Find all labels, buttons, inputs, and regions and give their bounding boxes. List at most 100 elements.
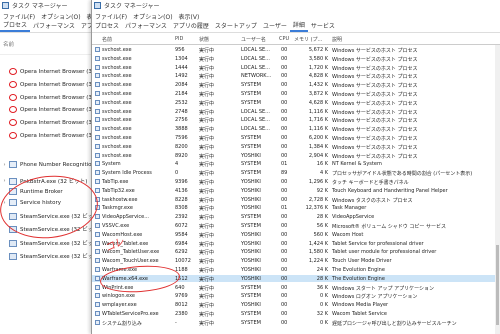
- tab-processes[interactable]: プロセス: [0, 21, 31, 32]
- tab-6[interactable]: サービス: [308, 21, 338, 32]
- column-header[interactable]: CPU: [279, 36, 289, 42]
- table-row[interactable]: WTabletServicePro.exe 2380 実行中 SYSTEM 00 32 K…: [92, 310, 495, 318]
- table-cell: 00: [281, 143, 288, 150]
- table-row[interactable]: svchost.exe 1444 実行中 LOCAL SE... 00 1,720 K Wi…: [92, 64, 495, 72]
- column-header[interactable]: メモリ (プ...: [294, 36, 322, 43]
- tab-strip: プロセス パフォーマンス アプリの履歴 スタートアップ ユーザー 詳細 サービス: [92, 21, 500, 33]
- table-row[interactable]: svchost.exe 2184 実行中 SYSTEM 00 3,872 K Windows…: [92, 90, 495, 98]
- tab-2[interactable]: アプリの履歴: [170, 21, 212, 32]
- table-row[interactable]: svchost.exe 2756 実行中 LOCAL SE... 00 1,716 K Wi…: [92, 116, 495, 124]
- task-manager-icon: [94, 2, 101, 9]
- tab-4[interactable]: ユーザー: [260, 21, 290, 32]
- table-cell: 00: [281, 311, 288, 317]
- table-cell: 6984: [175, 240, 188, 247]
- scrollbar-thumb[interactable]: [496, 245, 499, 325]
- table-cell: 実行中: [199, 224, 215, 230]
- table-row[interactable]: svchost.exe 1492 実行中 NETWORK... 00 4,828 K Win…: [92, 72, 495, 80]
- column-header[interactable]: 説明: [332, 36, 342, 43]
- table-cell: 640: [175, 284, 185, 291]
- table-row[interactable]: wmplayer.exe 8012 実行中 YOSHIKI 00 0 K Windows M…: [92, 301, 495, 309]
- table-cell: 1,720 K: [308, 64, 328, 71]
- table-cell: 00: [281, 223, 288, 229]
- tab-3[interactable]: スタートアップ: [212, 21, 260, 32]
- table-cell: LOCAL SE...: [241, 108, 270, 115]
- table-cell: 6072: [175, 223, 188, 229]
- table-cell: svchost.exe: [102, 152, 132, 159]
- table-cell: SYSTEM: [241, 91, 261, 97]
- table-row[interactable]: System 4 実行中 SYSTEM 01 16 K NT Kernel & System: [92, 160, 495, 168]
- table-cell: SYSTEM: [241, 82, 261, 89]
- table-cell: 36 K: [316, 284, 328, 291]
- table-row[interactable]: Taskmgr.exe 8308 実行中 YOSHIKI 01 12,376 K Task …: [92, 204, 495, 212]
- table-cell: 9769: [175, 293, 188, 300]
- table-row[interactable]: Wacom_TabletUser.exe 6292 実行中 YOSHIKI 00 1,58…: [92, 248, 495, 256]
- opera-icon: [9, 131, 17, 139]
- table-row[interactable]: svchost.exe 2532 実行中 SYSTEM 00 4,628 K Windows…: [92, 99, 495, 106]
- table-cell: プロセッサがアイドル状態である時間の割合 (パーセント表示): [332, 171, 473, 177]
- column-header[interactable]: ユーザー名: [241, 36, 266, 43]
- table-cell: 1492: [175, 73, 188, 80]
- table-row[interactable]: svchost.exe 3888 実行中 LOCAL SE... 00 1,116 K Wi…: [92, 125, 495, 133]
- table-row[interactable]: VSSVC.exe 6072 実行中 SYSTEM 00 56 K Microsoft® ボ…: [92, 222, 495, 230]
- table-row[interactable]: Wacom_TouchUser.exe 10072 実行中 YOSHIKI 00 1,22…: [92, 257, 495, 265]
- opera-icon: [9, 105, 17, 113]
- menu-file[interactable]: ファイル(F): [3, 12, 35, 21]
- right-scrollbar[interactable]: [495, 45, 500, 334]
- table-cell: 0 K: [319, 302, 328, 309]
- table-row[interactable]: TabTip32.exe 4136 実行中 YOSHIKI 00 92 K Touch Ke…: [92, 187, 495, 194]
- table-cell: 1,224 K: [308, 258, 328, 265]
- table-row[interactable]: svchost.exe 7596 実行中 SYSTEM 00 6,200 K Windows…: [92, 134, 495, 142]
- table-cell: 8012: [175, 302, 188, 309]
- tab-0[interactable]: プロセス: [92, 21, 122, 32]
- process-icon: [95, 99, 100, 105]
- table-cell: Taskmgr.exe: [102, 205, 133, 212]
- table-row[interactable]: svchost.exe 956 実行中 LOCAL SE... 00 5,672 K Win…: [92, 46, 495, 54]
- table-cell: 実行中: [199, 136, 215, 142]
- table-row[interactable]: システム割り込み - 実行中 SYSTEM 00 0 K 遅延プロシージャ呼び出しと割り込み…: [92, 319, 495, 326]
- table-cell: 89: [281, 170, 288, 177]
- table-row[interactable]: svchost.exe 1304 実行中 LOCAL SE... 00 3,580 K Wi…: [92, 55, 495, 62]
- details-column-headers: 名前 PID 状態 ユーザー名 CPU メモリ (プ... 説明: [92, 33, 500, 45]
- table-cell: 00: [281, 47, 288, 53]
- expand-arrow-icon[interactable]: ›: [0, 162, 9, 168]
- tab-performance[interactable]: パフォーマンス: [30, 21, 78, 32]
- table-cell: 実行中: [199, 74, 215, 80]
- table-cell: svchost.exe: [102, 82, 132, 89]
- table-row[interactable]: WacomHost.exe 9584 実行中 YOSHIKI 00 560 K Wacom …: [92, 231, 495, 238]
- table-row[interactable]: TabTip.exe 9396 実行中 YOSHIKI 00 1,296 K タッチ キーボ…: [92, 178, 495, 186]
- table-cell: 実行中: [199, 65, 215, 72]
- table-row[interactable]: taskhostw.exe 8228 実行中 YOSHIKI 00 2,728 K Wind…: [92, 196, 495, 203]
- table-row[interactable]: System Idle Process 0 実行中 SYSTEM 89 4 K プロセッサが…: [92, 169, 495, 177]
- table-cell: 実行中: [199, 250, 215, 256]
- table-cell: SYSTEM: [241, 311, 261, 317]
- table-row[interactable]: svchost.exe 8920 実行中 YOSHIKI 00 2,904 K Window…: [92, 152, 495, 159]
- column-header[interactable]: PID: [175, 36, 183, 42]
- screenshot-root: { "left": { "title": "タスク マネージャー", "menu…: [0, 0, 500, 334]
- column-header[interactable]: 名前: [102, 36, 112, 43]
- table-cell: System Idle Process: [102, 170, 152, 177]
- table-cell: 1,716 K: [308, 117, 328, 124]
- process-icon: [95, 240, 100, 246]
- process-icon: [9, 239, 17, 247]
- tab-1[interactable]: パフォーマンス: [122, 21, 170, 32]
- table-row[interactable]: svchost.exe 2084 実行中 SYSTEM 00 1,432 K Windows…: [92, 81, 495, 89]
- table-cell: 実行中: [199, 303, 215, 309]
- table-cell: 2748: [175, 108, 188, 115]
- table-row[interactable]: Wacom_Tablet.exe 6984 実行中 YOSHIKI 00 1,424 KT…: [92, 240, 495, 247]
- tab-5[interactable]: 詳細: [289, 21, 308, 32]
- menu-view[interactable]: 表示(V): [179, 12, 200, 21]
- table-cell: svchost.exe: [102, 99, 132, 106]
- menu-options[interactable]: オプション(O): [41, 12, 80, 21]
- table-cell: VideoAppService...: [102, 214, 150, 221]
- table-row[interactable]: svchost.exe 2748 実行中 LOCAL SE... 00 1,116 K Wi…: [92, 108, 495, 115]
- table-cell: 00: [281, 187, 288, 194]
- table-row[interactable]: winlogon.exe 9769 実行中 SYSTEM 00 0 K Windows ログ…: [92, 292, 495, 300]
- table-row[interactable]: svchost.exe 8200 実行中 SYSTEM 00 1,384 K Windows…: [92, 143, 495, 150]
- table-cell: 92 K: [316, 187, 328, 194]
- menu-options[interactable]: オプション(O): [133, 12, 172, 21]
- table-row[interactable]: VideoAppService... 2392 実行中 SYSTEM 00 28 K Vid…: [92, 213, 495, 221]
- menu-file[interactable]: ファイル(F): [95, 12, 127, 21]
- expand-arrow-icon[interactable]: ›: [0, 178, 9, 184]
- table-cell: NETWORK...: [241, 73, 272, 80]
- column-header[interactable]: 状態: [199, 36, 209, 43]
